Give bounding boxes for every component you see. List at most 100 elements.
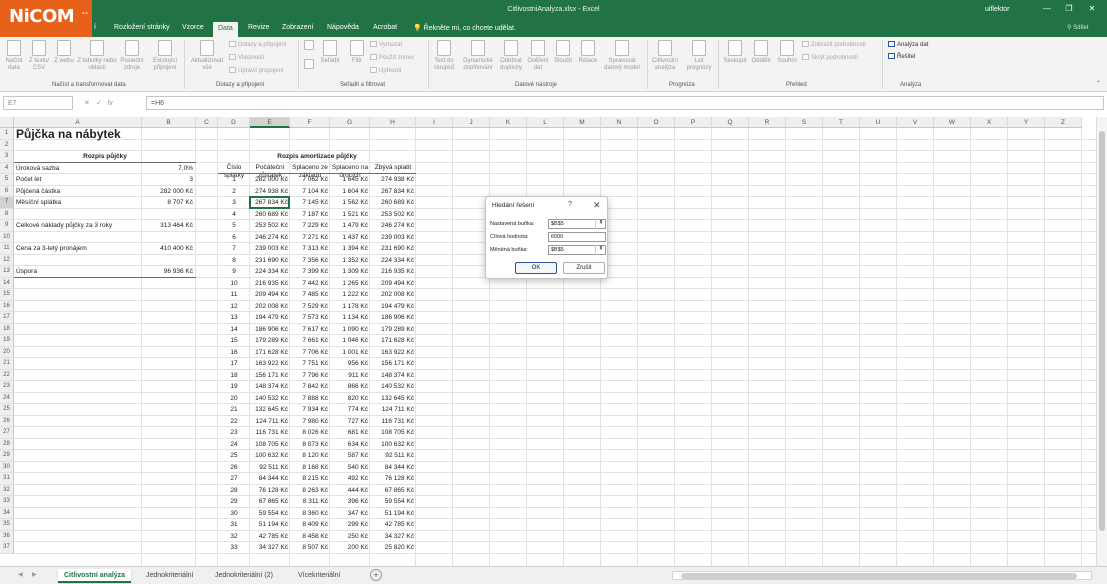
remaining-balance[interactable]: 140 532 Kč	[370, 381, 414, 392]
column-header[interactable]: Q	[712, 117, 749, 128]
column-header[interactable]: L	[527, 117, 564, 128]
flash-fill-button[interactable]: Dynamické doplňování	[459, 40, 497, 72]
payment-number[interactable]: 22	[218, 416, 250, 427]
loan-label[interactable]: Cena za 3-letý pronájem	[16, 243, 87, 254]
tell-me-search[interactable]: 💡 Řekněte mi, co chcete udělat.	[413, 24, 516, 32]
consolidate-button[interactable]: Sloučit	[551, 40, 575, 65]
opening-balance[interactable]: 51 194 Kč	[250, 519, 288, 530]
dialog-close-icon[interactable]: ✕	[593, 200, 601, 211]
horizontal-scrollbar[interactable]	[672, 571, 1092, 580]
remaining-balance[interactable]: 163 922 Kč	[370, 347, 414, 358]
principal-paid[interactable]: 8 168 Kč	[290, 462, 328, 473]
remaining-balance[interactable]: 51 194 Kč	[370, 508, 414, 519]
loan-value[interactable]: 313 464 Kč	[142, 220, 193, 231]
remaining-balance[interactable]: 42 785 Kč	[370, 519, 414, 530]
remaining-balance[interactable]: 116 731 Kč	[370, 416, 414, 427]
loan-value[interactable]: 8 707 Kč	[142, 197, 193, 208]
interest-paid[interactable]: 1 309 Kč	[330, 266, 368, 277]
target-value-input[interactable]: 6000	[548, 232, 606, 242]
set-cell-picker-icon[interactable]: ⇞	[595, 219, 606, 229]
remaining-balance[interactable]: 67 865 Kč	[370, 485, 414, 496]
row-header[interactable]: 25	[0, 404, 14, 416]
opening-balance[interactable]: 100 632 Kč	[250, 450, 288, 461]
payment-number[interactable]: 7	[218, 243, 250, 254]
interest-paid[interactable]: 347 Kč	[330, 508, 368, 519]
interest-paid[interactable]: 1 134 Kč	[330, 312, 368, 323]
opening-balance[interactable]: 202 008 Kč	[250, 301, 288, 312]
select-all-corner[interactable]	[0, 117, 14, 128]
opening-balance[interactable]: 132 645 Kč	[250, 404, 288, 415]
principal-paid[interactable]: 8 507 Kč	[290, 542, 328, 553]
opening-balance[interactable]: 156 171 Kč	[250, 370, 288, 381]
interest-paid[interactable]: 200 Kč	[330, 542, 368, 553]
relationships-button[interactable]: Relace	[576, 40, 600, 65]
remaining-balance[interactable]: 260 689 Kč	[370, 197, 414, 208]
opening-balance[interactable]: 76 128 Kč	[250, 485, 288, 496]
data-model-button[interactable]: Spravovat datový model	[600, 40, 644, 72]
interest-paid[interactable]: 866 Kč	[330, 381, 368, 392]
principal-paid[interactable]: 7 842 Kč	[290, 381, 328, 392]
principal-paid[interactable]: 7 617 Kč	[290, 324, 328, 335]
remaining-balance[interactable]: 179 289 Kč	[370, 324, 414, 335]
existing-connections-button[interactable]: Existující připojení	[150, 40, 180, 72]
remaining-balance[interactable]: 231 690 Kč	[370, 243, 414, 254]
payment-number[interactable]: 8	[218, 255, 250, 266]
clear-filter-button[interactable]: Vymazat	[370, 41, 402, 48]
payment-number[interactable]: 31	[218, 519, 250, 530]
row-header[interactable]: 7	[0, 197, 14, 209]
loan-value[interactable]: 96 936 Kč	[142, 266, 193, 277]
payment-number[interactable]: 24	[218, 439, 250, 450]
principal-paid[interactable]: 7 888 Kč	[290, 393, 328, 404]
tab-review[interactable]: Revize	[248, 24, 269, 31]
remaining-balance[interactable]: 76 128 Kč	[370, 473, 414, 484]
column-header[interactable]: M	[564, 117, 601, 128]
remaining-balance[interactable]: 59 554 Kč	[370, 496, 414, 507]
interest-paid[interactable]: 299 Kč	[330, 519, 368, 530]
advanced-filter-button[interactable]: Upřesnit	[370, 67, 401, 74]
add-sheet-button[interactable]: +	[370, 569, 382, 581]
principal-paid[interactable]: 8 026 Kč	[290, 427, 328, 438]
payment-number[interactable]: 2	[218, 186, 250, 197]
principal-paid[interactable]: 7 706 Kč	[290, 347, 328, 358]
row-header[interactable]: 31	[0, 473, 14, 485]
help-icon[interactable]: ?	[568, 201, 572, 208]
interest-paid[interactable]: 444 Kč	[330, 485, 368, 496]
opening-balance[interactable]: 42 785 Kč	[250, 531, 288, 542]
column-header[interactable]: S	[786, 117, 823, 128]
row-header[interactable]: 28	[0, 438, 14, 450]
payment-number[interactable]: 26	[218, 462, 250, 473]
payment-number[interactable]: 11	[218, 289, 250, 300]
principal-paid[interactable]: 7 751 Kč	[290, 358, 328, 369]
tab-acrobat[interactable]: Acrobat	[373, 24, 397, 31]
principal-paid[interactable]: 7 980 Kč	[290, 416, 328, 427]
opening-balance[interactable]: 34 327 Kč	[250, 542, 288, 553]
payment-number[interactable]: 23	[218, 427, 250, 438]
sheet-tab-single-criteria-2[interactable]: Jednokriteriální (2)	[209, 569, 279, 583]
row-header[interactable]: 19	[0, 335, 14, 347]
opening-balance[interactable]: 179 289 Kč	[250, 335, 288, 346]
principal-paid[interactable]: 7 442 Kč	[290, 278, 328, 289]
opening-balance[interactable]: 186 906 Kč	[250, 324, 288, 335]
opening-balance[interactable]: 124 711 Kč	[250, 416, 288, 427]
changing-cell-picker-icon[interactable]: ⇞	[595, 245, 606, 255]
reapply-button[interactable]: Použít znovu	[370, 54, 414, 61]
opening-balance[interactable]: 216 935 Kč	[250, 278, 288, 289]
row-header[interactable]: 20	[0, 346, 14, 358]
row-header[interactable]: 14	[0, 277, 14, 289]
tab-view[interactable]: Zobrazení	[282, 24, 314, 31]
row-header[interactable]: 13	[0, 266, 14, 278]
row-header[interactable]: 24	[0, 392, 14, 404]
interest-paid[interactable]: 1 001 Kč	[330, 347, 368, 358]
remaining-balance[interactable]: 202 008 Kč	[370, 289, 414, 300]
sort-az-button[interactable]	[302, 40, 316, 52]
opening-balance[interactable]: 274 938 Kč	[250, 186, 288, 197]
opening-balance[interactable]: 148 374 Kč	[250, 381, 288, 392]
payment-number[interactable]: 20	[218, 393, 250, 404]
interest-paid[interactable]: 1 479 Kč	[330, 220, 368, 231]
sheet-title[interactable]: Půjčka na nábytek	[16, 127, 121, 141]
column-header[interactable]: T	[823, 117, 860, 128]
column-header[interactable]: X	[971, 117, 1008, 128]
worksheet-grid[interactable]: A B C D E F G H I J K L M N O P Q R S T U V W X Y Z 1 2 3 4 5 6 7 8 9 10 11 1…	[0, 117, 1096, 566]
loan-label[interactable]: Měsíční splátka	[16, 197, 61, 208]
data-analysis-button[interactable]: Analýza dat	[888, 41, 928, 48]
